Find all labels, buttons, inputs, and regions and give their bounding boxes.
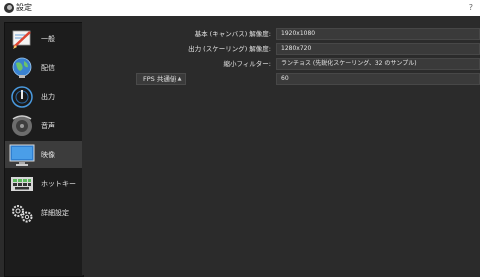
downscale-filter-label: 縮小フィルター: — [223, 60, 271, 68]
chevron-updown-icon: ▲ — [174, 75, 184, 83]
fps-value-combo[interactable]: 60 — [276, 73, 480, 85]
settings-sidebar: 一般 配信 出力 音声 映像 ホットキー 詳細設定 — [4, 22, 84, 277]
title-bar: 設定 ? — [0, 0, 480, 16]
output-icon — [9, 85, 35, 109]
output-resolution-label: 出力 (スケーリング) 解像度: — [188, 45, 271, 53]
downscale-filter-select[interactable]: ランチョス (先鋭化スケーリング、32 のサンプル) — [276, 58, 480, 70]
fps-type-label: FPS 共通値 — [143, 75, 177, 83]
sidebar-item-general[interactable]: 一般 — [5, 25, 83, 52]
video-settings-panel: 基本 (キャンバス) 解像度: 1920x1080 出力 (スケーリング) 解像… — [82, 22, 480, 275]
hotkeys-keyboard-icon — [9, 172, 35, 196]
output-resolution-row: 出力 (スケーリング) 解像度: 1280x720 — [82, 43, 480, 55]
audio-speaker-icon — [9, 114, 35, 138]
base-resolution-combo[interactable]: 1920x1080 — [276, 28, 480, 40]
stream-globe-icon — [9, 56, 35, 80]
base-resolution-label: 基本 (キャンバス) 解像度: — [194, 30, 271, 38]
window-title: 設定 — [16, 3, 32, 12]
sidebar-item-hotkeys[interactable]: ホットキー — [5, 170, 83, 197]
sidebar-item-video[interactable]: 映像 — [5, 141, 83, 168]
general-icon — [9, 27, 35, 51]
sidebar-item-label: 出力 — [41, 92, 55, 101]
output-resolution-combo[interactable]: 1280x720 — [276, 43, 480, 55]
sidebar-item-advanced[interactable]: 詳細設定 — [5, 199, 83, 226]
downscale-filter-row: 縮小フィルター: ランチョス (先鋭化スケーリング、32 のサンプル) — [82, 58, 480, 70]
sidebar-item-output[interactable]: 出力 — [5, 83, 83, 110]
sidebar-item-stream[interactable]: 配信 — [5, 54, 83, 81]
sidebar-item-label: 配信 — [41, 63, 55, 72]
sidebar-item-label: 詳細設定 — [41, 208, 69, 217]
sidebar-item-label: ホットキー — [41, 179, 76, 188]
sidebar-item-label: 映像 — [41, 150, 55, 159]
sidebar-item-audio[interactable]: 音声 — [5, 112, 83, 139]
fps-type-select[interactable]: FPS 共通値 ▲ — [136, 73, 186, 85]
obs-app-icon — [4, 3, 14, 13]
fps-row: FPS 共通値 ▲ 60 — [82, 73, 480, 85]
video-monitor-icon — [9, 143, 35, 167]
sidebar-item-label: 音声 — [41, 121, 55, 130]
help-button[interactable]: ? — [469, 2, 473, 14]
sidebar-item-label: 一般 — [41, 34, 55, 43]
advanced-gears-icon — [9, 201, 35, 225]
base-resolution-row: 基本 (キャンバス) 解像度: 1920x1080 — [82, 28, 480, 40]
